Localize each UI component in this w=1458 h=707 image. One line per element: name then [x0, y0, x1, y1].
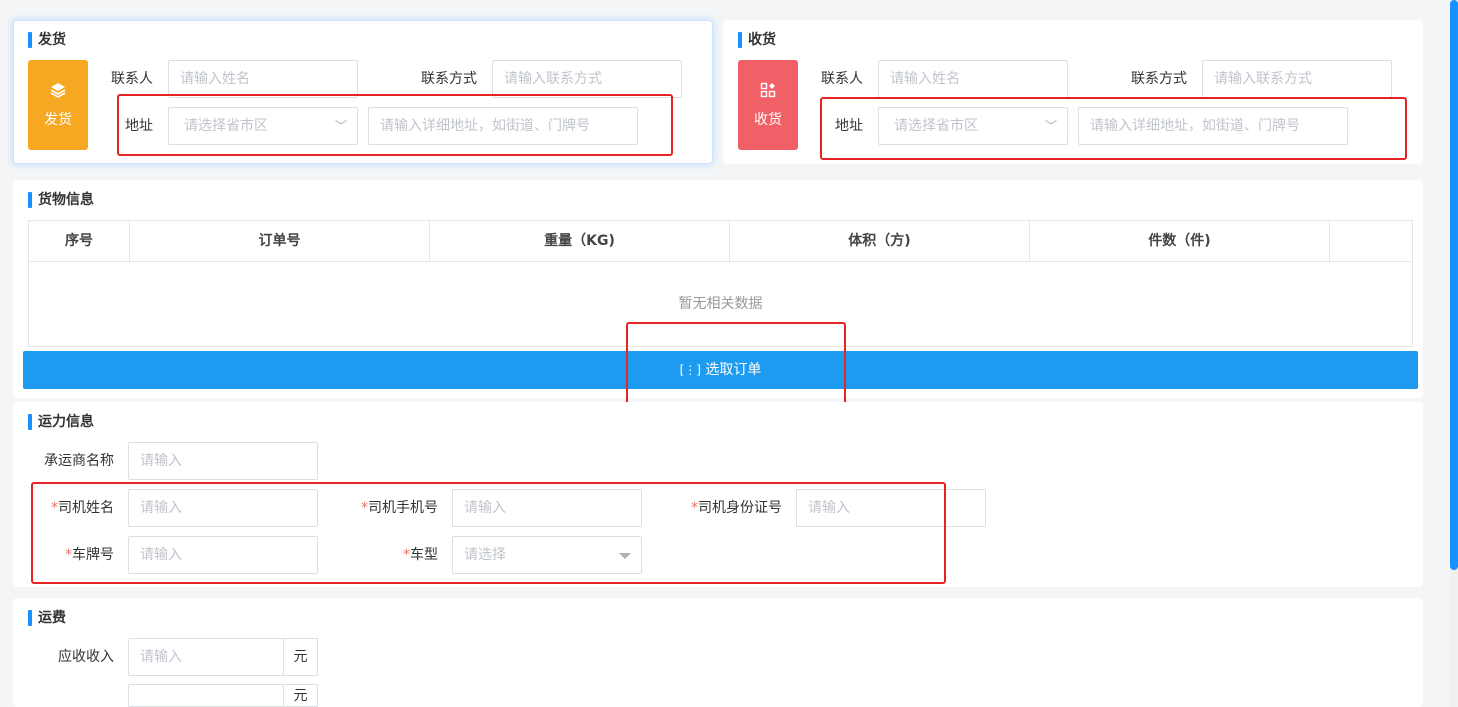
- ship-address-annotation: [117, 94, 673, 156]
- scrollbar-thumb[interactable]: [1450, 0, 1458, 570]
- ship-phone-input[interactable]: 请输入联系方式: [492, 60, 682, 98]
- ship-phone-label: 联系方式: [421, 71, 477, 87]
- column-header: 重量（KG): [430, 221, 730, 261]
- goods-section-title: 货物信息: [28, 192, 94, 208]
- receive-phone-label: 联系方式: [1131, 71, 1187, 87]
- second-freight-input[interactable]: [128, 684, 284, 707]
- receive-icon-label: 收货: [754, 112, 782, 128]
- column-header: 订单号: [130, 221, 430, 261]
- carrier-label: 承运商名称: [44, 453, 114, 469]
- column-header: 件数（件): [1030, 221, 1330, 261]
- carrier-input[interactable]: 请输入: [128, 442, 318, 480]
- transport-section-title: 运力信息: [28, 414, 94, 430]
- receivable-unit: 元: [284, 638, 318, 676]
- ship-contact-label: 联系人: [111, 71, 153, 87]
- receivable-label: 应收收入: [58, 649, 114, 665]
- ship-icon-button[interactable]: 发货: [28, 60, 88, 150]
- driver-info-annotation: [31, 482, 946, 584]
- receive-section-title: 收货: [738, 32, 776, 48]
- apps-icon: [738, 82, 798, 101]
- ship-contact-input[interactable]: 请输入姓名: [168, 60, 358, 98]
- receive-icon-button[interactable]: 收货: [738, 60, 798, 150]
- layers-icon: [28, 82, 88, 101]
- goods-table-header: 序号 订单号 重量（KG) 体积（方) 件数（件): [29, 221, 1412, 262]
- receive-contact-label: 联系人: [821, 71, 863, 87]
- ship-section-title: 发货: [28, 32, 66, 48]
- column-header: [1330, 221, 1412, 261]
- column-header: 序号: [29, 221, 130, 261]
- freight-section-title: 运费: [28, 610, 66, 626]
- receive-phone-input[interactable]: 请输入联系方式: [1202, 60, 1392, 98]
- column-header: 体积（方): [730, 221, 1030, 261]
- receive-contact-input[interactable]: 请输入姓名: [878, 60, 1068, 98]
- ship-icon-label: 发货: [44, 112, 72, 128]
- receivable-input[interactable]: 请输入: [128, 638, 284, 676]
- receive-address-annotation: [820, 97, 1407, 160]
- second-freight-unit: 元: [284, 684, 318, 707]
